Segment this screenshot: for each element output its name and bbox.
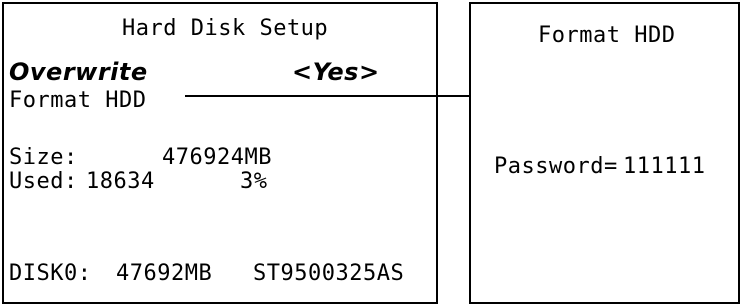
- overwrite-value[interactable]: <Yes>: [292, 60, 380, 84]
- connector-line: [185, 95, 469, 97]
- password-label: Password=: [494, 154, 618, 179]
- format-hdd-menu-item[interactable]: Format HDD: [9, 90, 146, 112]
- disk-model: ST9500325AS: [253, 261, 405, 286]
- used-percent: 3%: [240, 169, 268, 194]
- used-value: 18634: [86, 169, 155, 194]
- disk-label: DISK0:: [9, 261, 92, 286]
- password-value[interactable]: 111111: [623, 156, 705, 178]
- format-hdd-title: Format HDD: [538, 23, 676, 48]
- hard-disk-setup-panel: Hard Disk Setup Overwrite <Yes> Format H…: [2, 2, 438, 304]
- size-label: Size:: [9, 145, 78, 170]
- used-label: Used:: [9, 169, 78, 194]
- disk-size: 47692MB: [116, 261, 213, 286]
- size-value: 476924MB: [162, 145, 272, 170]
- format-hdd-panel: Format HDD Password= 111111: [469, 2, 740, 304]
- overwrite-label[interactable]: Overwrite: [9, 60, 148, 84]
- panel-title: Hard Disk Setup: [122, 16, 329, 41]
